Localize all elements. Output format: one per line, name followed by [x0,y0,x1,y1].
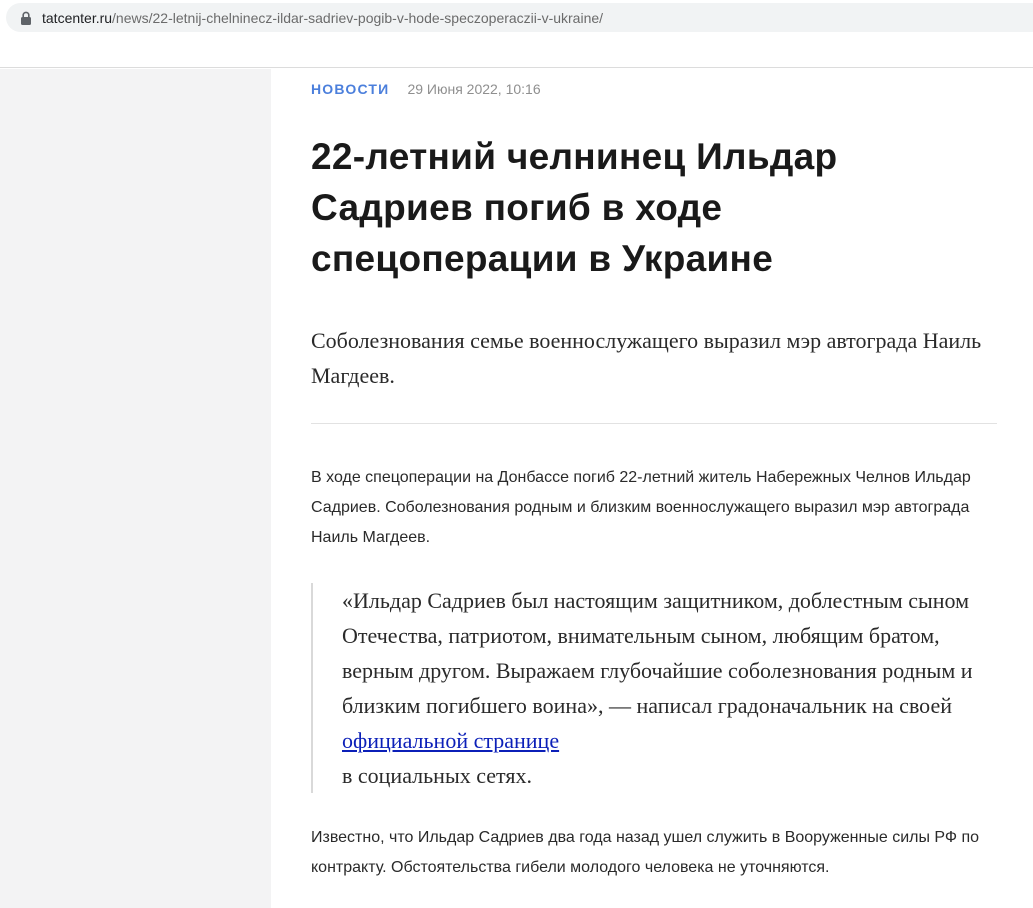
publish-date: 29 Июня 2022, 10:16 [407,81,541,97]
url-path: /news/22-letnij-chelninecz-ildar-sadriev… [112,9,604,26]
url-text[interactable]: tatcenter.ru/news/22-letnij-chelninecz-i… [42,10,603,26]
article-paragraph-1: В ходе спецоперации на Донбассе погиб 22… [311,469,971,546]
lead-divider [311,423,997,424]
address-bar[interactable]: tatcenter.ru/news/22-letnij-chelninecz-i… [6,3,1033,32]
url-domain: tatcenter.ru [42,9,113,26]
left-sidebar-area [0,69,271,908]
article-quote: «Ильдар Садриев был настоящим защитником… [311,583,997,793]
lock-icon[interactable] [20,11,32,25]
browser-toolbar: tatcenter.ru/news/22-letnij-chelninecz-i… [0,0,1033,68]
article-paragraph-2: Известно, что Ильдар Садриев два года на… [311,829,980,876]
rubric-link[interactable]: НОВОСТИ [311,81,389,97]
article-lead: Соболезнования семье военнослужащего выр… [311,328,982,388]
article-meta: НОВОСТИ 29 Июня 2022, 10:16 [311,81,541,97]
official-page-link[interactable]: официальной странице [342,728,559,753]
article-headline: 22-летний челнинец Ильдар Садриев погиб … [311,136,838,279]
quote-tail: в социальных сетях. [342,763,532,788]
quote-text: «Ильдар Садриев был настоящим защитником… [342,588,973,718]
